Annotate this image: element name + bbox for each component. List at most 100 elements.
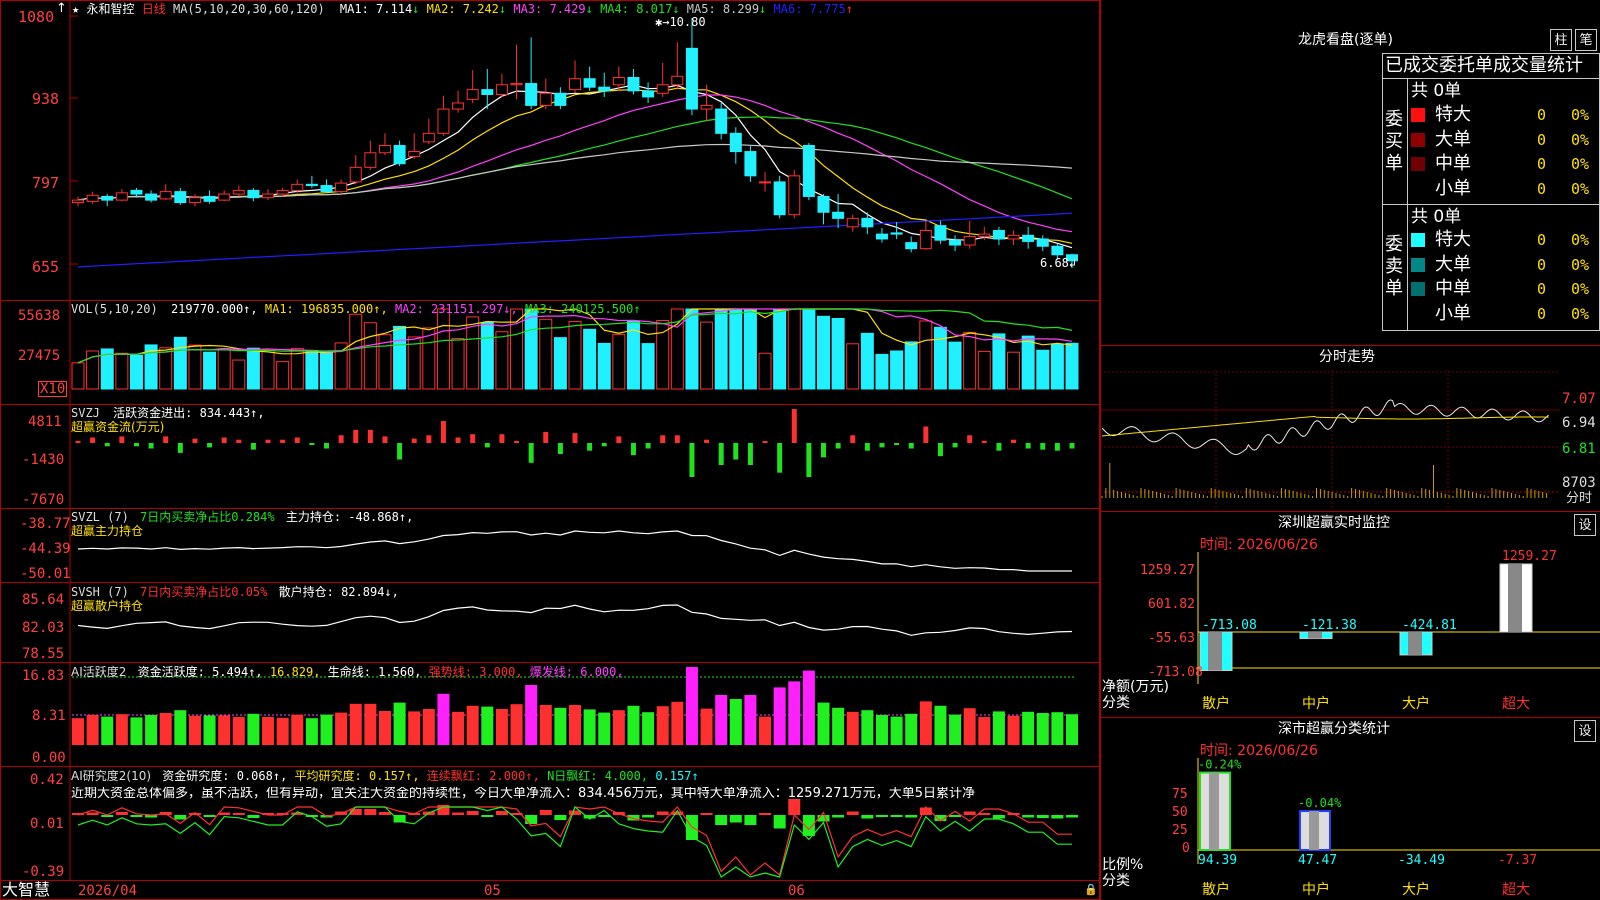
activity-bar [510,704,523,745]
buy-type: 特大 [1435,104,1471,125]
ma3-line [77,94,1073,233]
activity-bar [174,710,187,745]
volume-bar-down [933,326,947,390]
main-force-pane[interactable]: SVZL (7) 7日内买卖净占比0.284% 主力持仓: -48.868↑, … [0,508,1100,583]
capital-inflow-bar [411,438,417,443]
activity-bar [291,714,304,745]
main-force-tick: -38.77 [20,516,71,532]
retail-line [77,604,1073,636]
intraday-title: 分时走势 [1319,349,1375,365]
kline-pane[interactable]: ★ 永和智控 日线 MA(5,10,20,30,60,120) MA1: 7.1… [0,0,1100,300]
buy-count: 0 [1537,106,1547,124]
capital-flow-pane[interactable]: SVZJ 活跃资金进出: 834.443↑, 超赢资金流(万元) 4811 -1… [0,404,1100,509]
candle-up [569,78,581,91]
tick-mode-button[interactable]: 笔 [1575,29,1597,51]
sell-count: 0 [1537,255,1547,274]
sz-monitor-category: 大户 [1402,695,1430,712]
sell-color-swatch [1411,282,1425,296]
intraday-panel[interactable]: 分时走势 7.07 6.94 6.81 8703 分时 [1100,346,1600,512]
lhb-title: 龙虎看盘(逐单) [1298,32,1393,48]
activity-bar [1022,711,1035,745]
volume-chart-svg[interactable] [0,301,1100,405]
candle-down [598,86,611,92]
candle-up [963,236,976,246]
retail-pane[interactable]: SVSH (7) 7日内买卖净占比0.05% 散户持仓: 82.894↓, 超赢… [0,582,1100,663]
research-green-line [77,806,1072,878]
candle-down [744,151,757,177]
volume-pane[interactable]: VOL(5,10,20) 219770.000↑, MA1: 196835.00… [0,300,1100,405]
sz-stat-y-title: 比例% [1102,857,1144,873]
candle-down [320,185,333,193]
activity-bar [642,712,655,745]
volume-bar-up [349,313,363,390]
research-down-bar [773,815,786,829]
capital-flow-tick: -1430 [22,452,65,468]
ai-research-header: AI研究度2(10) 资金研究度: 0.068↑, 平均研究度: 0.157↑,… [71,769,699,783]
sz-monitor-chart[interactable]: -713.08 散户 -121.38 中户 -424.81 大户 1259.27 超大 [1100,512,1600,718]
candle-up [335,182,348,193]
intraday-svg[interactable] [1100,370,1600,510]
date-label: 2026/04 [78,883,138,899]
tab-volume-stats[interactable]: 成交量统计 [1493,54,1583,78]
volume-bar-up [1007,351,1021,390]
sell-row: 特大 0 0% [1407,228,1600,252]
candle-down [481,89,494,95]
intraday-tick: 6.81 [1562,441,1596,457]
ai-activity-pane[interactable]: AI活跃度2 资金活跃度: 5.494↑, 16.829, 生命线: 1.560… [0,662,1100,767]
ai-research-svg[interactable] [0,767,1100,881]
volume-bar-down [904,341,918,390]
activity-bar [218,715,231,745]
buy-color-swatch [1411,181,1425,196]
sz-stat-bottom-label: 94.39 [1198,853,1237,868]
sell-color-swatch [1411,306,1425,321]
capital-outflow-bar [777,443,783,473]
candle-down [992,229,1005,240]
volume-bar-up [276,361,290,390]
volume-bar-up [217,348,231,390]
capital-flow-svg[interactable] [0,405,1100,509]
tab-filled[interactable]: 已成交 [1383,54,1439,78]
capital-outflow-bar [879,443,885,448]
candle-down [627,76,640,92]
sell-percent: 0% [1571,255,1590,274]
candle-down [890,232,903,235]
intraday-avg-line [1101,415,1549,437]
ai-research-pane[interactable]: AI研究度2(10) 资金研究度: 0.068↑, 平均研究度: 0.157↑,… [0,766,1100,881]
lhb-tab-bar: 已成交 委托单 成交量统计 [1382,53,1600,79]
research-up-bar [963,811,976,815]
activity-bar [364,703,377,745]
tab-orders[interactable]: 委托单 [1439,54,1493,78]
buy-row: 中单 0 0% [1407,152,1600,176]
capital-outflow-bar [821,443,826,458]
capital-outflow-bar [645,443,651,449]
capital-outflow-bar [557,443,563,454]
candle-up [495,84,508,95]
bar-mode-button[interactable]: 柱 [1550,29,1572,51]
period-label[interactable]: 日线 [142,2,166,16]
kline-chart-svg[interactable] [0,0,1100,300]
sz-monitor-panel: 深圳超赢实时监控 设 -713.08 散户 -121.38 中户 -424.81 大户 12… [1100,512,1600,718]
research-down-bar [729,815,742,823]
sz-stat-top-label: -0.04% [1298,796,1342,810]
volume-bar-down [714,308,728,390]
candle-up [437,108,450,134]
capital-outflow-bar [324,443,329,449]
candle-up [466,89,479,100]
capital-inflow-bar [353,429,359,443]
sz-monitor-bar-group [1199,631,1233,672]
ai-research-tick: 0.01 [30,816,64,832]
candle-down [247,189,260,199]
sz-monitor-value-label: -424.81 [1402,618,1457,633]
retail-tick: 78.55 [22,646,65,662]
volume-bar-down [1050,343,1064,390]
candle-down [861,217,874,228]
arrow-up-icon[interactable]: ↑ [56,2,67,16]
lock-icon[interactable]: 🔒 [1084,883,1098,897]
sz-monitor-time: 时间: 2026/06/26 [1200,537,1318,553]
activity-peak-bar [773,687,786,745]
volume-bar-down [729,308,743,390]
candle-down [1022,234,1035,242]
capital-inflow-bar [265,439,271,443]
main-force-subtitle: 超赢主力持仓 [71,524,144,538]
candle-up [788,175,801,216]
